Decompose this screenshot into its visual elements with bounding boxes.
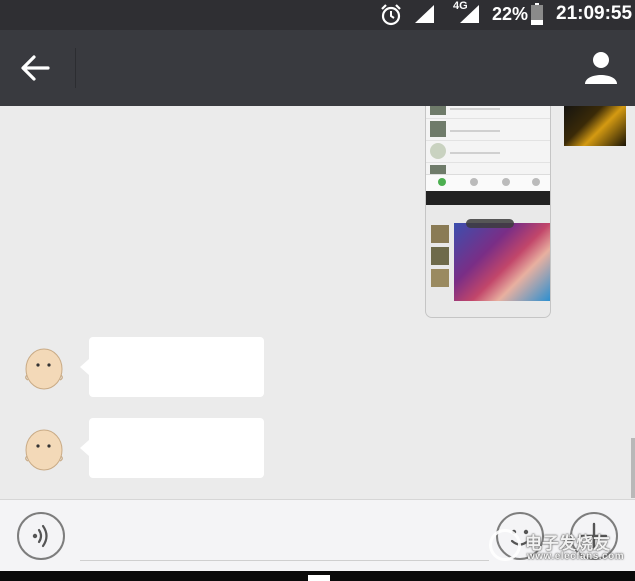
signal-icon-secondary <box>460 5 479 23</box>
watermark-logo-icon <box>489 529 521 561</box>
image-message[interactable] <box>426 106 550 317</box>
battery-percent: 22% <box>492 4 529 24</box>
incoming-message <box>0 418 635 478</box>
header-divider <box>75 48 76 88</box>
battery-icon <box>531 3 543 25</box>
status-bar: 4G 22% 21:09:55 <box>0 0 635 30</box>
my-avatar[interactable] <box>564 106 626 146</box>
image-thumbnail-card <box>426 205 550 317</box>
voice-icon <box>32 524 48 548</box>
message-input[interactable] <box>80 512 489 561</box>
chat-message-list[interactable] <box>0 106 635 499</box>
arrow-left-icon[interactable] <box>18 52 52 84</box>
contact-avatar[interactable] <box>22 426 66 472</box>
chat-header <box>0 30 635 106</box>
contact-avatar[interactable] <box>22 345 66 391</box>
message-bubble[interactable] <box>80 337 264 397</box>
person-icon[interactable] <box>582 48 620 86</box>
watermark-url: www.elecfans.com <box>527 551 625 562</box>
watermark: 电子发烧友 www.elecfans.com <box>485 527 635 571</box>
system-nav-bar <box>0 571 635 581</box>
status-time: 21:09:55 <box>556 3 633 24</box>
message-bubble[interactable] <box>80 418 264 478</box>
voice-button[interactable] <box>17 512 65 560</box>
home-button[interactable] <box>308 575 330 581</box>
signal-icon <box>415 5 434 23</box>
incoming-message <box>0 337 635 397</box>
scrollbar-thumb[interactable] <box>631 438 635 498</box>
alarm-icon <box>381 4 401 26</box>
image-thumbnail-list <box>426 106 550 191</box>
